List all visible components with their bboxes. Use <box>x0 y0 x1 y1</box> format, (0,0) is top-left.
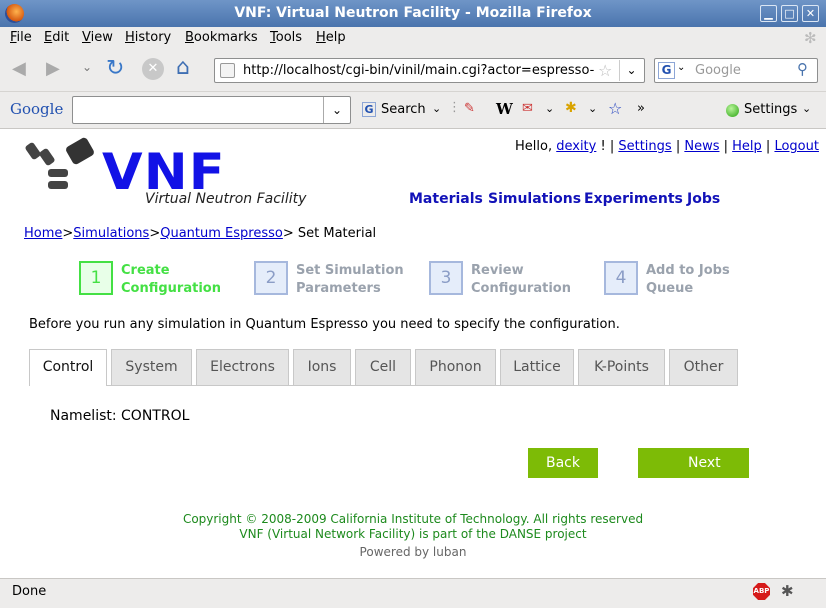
breadcrumb-simulations[interactable]: Simulations <box>73 226 149 241</box>
settings-link[interactable]: Settings <box>618 139 671 154</box>
search-engine-dropdown-icon[interactable]: ⌄ <box>677 62 685 73</box>
nav-jobs[interactable]: Jobs <box>687 191 720 207</box>
google-logo: Google <box>10 100 64 118</box>
step-number: 4 <box>604 261 638 295</box>
toolbar-settings-button[interactable]: Settings <box>744 102 797 117</box>
status-green-icon <box>726 104 739 117</box>
step-number: 3 <box>429 261 463 295</box>
breadcrumb-quantum-espresso[interactable]: Quantum Espresso <box>160 226 283 241</box>
puzzle-dropdown-icon[interactable]: ⌄ <box>588 102 597 115</box>
settings-dropdown-icon[interactable]: ⌄ <box>802 102 811 115</box>
page-content: VNF Virtual Neutron Facility Hello, dexi… <box>0 129 826 578</box>
home-icon[interactable]: ⌂ <box>176 55 190 80</box>
magnifier-icon[interactable]: ⚲ <box>797 60 808 78</box>
bookmark-star-icon[interactable]: ☆ <box>598 61 612 80</box>
stop-icon[interactable]: ✕ <box>142 58 164 80</box>
hello-text: Hello, <box>515 139 553 154</box>
back-arrow-icon[interactable]: ◀ <box>12 58 26 79</box>
mail-dropdown-icon[interactable]: ⌄ <box>545 102 554 115</box>
help-link[interactable]: Help <box>732 139 762 154</box>
window-titlebar: VNF: Virtual Neutron Facility - Mozilla … <box>0 0 826 27</box>
namelist-label: Namelist: CONTROL <box>50 408 190 424</box>
google-toolbar: Google ⌄ G Search ⌄ ⋮ ✎ W ✉ ⌄ ✱ ⌄ ☆ » Se… <box>0 92 826 129</box>
google-search-dropdown-icon[interactable]: ⌄ <box>323 97 350 123</box>
highlight-icon[interactable]: ✎ <box>464 101 475 116</box>
step-label: Create Configuration <box>121 263 221 296</box>
menu-history[interactable]: History <box>125 30 171 45</box>
toolbar-separator-icon: ⋮ <box>448 100 461 115</box>
step-number: 2 <box>254 261 288 295</box>
url-dropdown-icon[interactable]: ⌄ <box>619 60 643 81</box>
next-button[interactable]: Next <box>638 448 749 478</box>
address-url[interactable]: http://localhost/cgi-bin/vinil/main.cgi?… <box>243 63 595 78</box>
breadcrumb-home[interactable]: Home <box>24 226 62 241</box>
menu-tools[interactable]: Tools <box>270 30 302 45</box>
nav-materials[interactable]: Materials <box>409 191 483 207</box>
nav-experiments[interactable]: Experiments <box>584 191 683 207</box>
menu-file[interactable]: File <box>10 30 32 45</box>
status-bar: Done ABP ✱ <box>0 578 826 608</box>
search-placeholder[interactable]: Google <box>695 63 741 78</box>
status-text: Done <box>12 584 47 599</box>
menu-bookmarks[interactable]: Bookmarks <box>185 30 258 45</box>
footer-vnf: VNF (Virtual Network Facility) is part o… <box>239 527 587 541</box>
step-label: Review Configuration <box>471 263 571 296</box>
close-window-button[interactable]: ✕ <box>802 5 819 22</box>
news-link[interactable]: News <box>684 139 719 154</box>
breadcrumb-current: Set Material <box>297 226 377 241</box>
menu-help[interactable]: Help <box>316 30 346 45</box>
site-identity-icon[interactable] <box>220 63 235 78</box>
toolbar-more-button[interactable]: » <box>637 101 645 116</box>
tab-ions[interactable]: Ions <box>293 349 351 385</box>
search-engine-icon[interactable]: G <box>658 62 675 79</box>
step-label: Add to Jobs Queue <box>646 263 730 296</box>
footer-powered: Powered by luban <box>359 545 467 559</box>
nav-simulations[interactable]: Simulations <box>488 191 581 207</box>
menu-bar: File Edit View History Bookmarks Tools H… <box>0 27 826 49</box>
firefox-icon <box>5 4 24 23</box>
google-search-button[interactable]: Search <box>381 102 426 117</box>
window-title: VNF: Virtual Neutron Facility - Mozilla … <box>234 5 592 21</box>
bug-icon[interactable]: ✱ <box>781 582 794 600</box>
wikipedia-icon[interactable]: W <box>496 100 513 118</box>
tab-other[interactable]: Other <box>669 349 738 385</box>
breadcrumb: Home>Simulations>Quantum Espresso> Set M… <box>24 226 377 241</box>
throbber-icon: ✻ <box>804 29 817 47</box>
tab-system[interactable]: System <box>111 349 192 385</box>
search-box[interactable]: G ⌄ Google ⚲ <box>654 58 818 83</box>
mail-icon[interactable]: ✉ <box>522 101 533 116</box>
logout-link[interactable]: Logout <box>774 139 819 154</box>
user-bar: Hello, dexity ! | Settings | News | Help… <box>515 139 819 154</box>
adblock-icon[interactable]: ABP <box>753 583 770 600</box>
reload-icon[interactable]: ↻ <box>106 56 124 81</box>
tab-cell[interactable]: Cell <box>355 349 411 385</box>
tab-electrons[interactable]: Electrons <box>196 349 289 385</box>
forward-arrow-icon[interactable]: ▶ <box>46 58 60 79</box>
tab-divider <box>107 385 738 386</box>
vnf-logo-icon <box>24 136 96 195</box>
google-g-icon: G <box>362 102 376 117</box>
vnf-logo-subtitle: Virtual Neutron Facility <box>145 191 307 207</box>
puzzle-icon[interactable]: ✱ <box>565 100 577 116</box>
tab-lattice[interactable]: Lattice <box>500 349 574 385</box>
step-label: Set Simulation Parameters <box>296 263 404 296</box>
bookmark-star-toolbar-icon[interactable]: ☆ <box>608 99 622 118</box>
tab-k-points[interactable]: K-Points <box>578 349 665 385</box>
google-search-input[interactable]: ⌄ <box>72 96 351 124</box>
menu-view[interactable]: View <box>82 30 113 45</box>
username-link[interactable]: dexity <box>556 139 596 154</box>
back-button[interactable]: Back <box>528 448 598 478</box>
address-bar[interactable]: http://localhost/cgi-bin/vinil/main.cgi?… <box>214 58 645 83</box>
history-dropdown-icon[interactable]: ⌄ <box>82 60 92 74</box>
step-number: 1 <box>79 261 113 295</box>
minimize-button[interactable]: ▁ <box>760 5 777 22</box>
footer-copyright: Copyright © 2008-2009 California Institu… <box>182 512 644 526</box>
maximize-button[interactable]: □ <box>781 5 798 22</box>
intro-text: Before you run any simulation in Quantum… <box>29 317 620 332</box>
tab-phonon[interactable]: Phonon <box>415 349 496 385</box>
tab-control[interactable]: Control <box>29 349 107 386</box>
menu-edit[interactable]: Edit <box>44 30 69 45</box>
search-options-icon[interactable]: ⌄ <box>432 102 441 115</box>
